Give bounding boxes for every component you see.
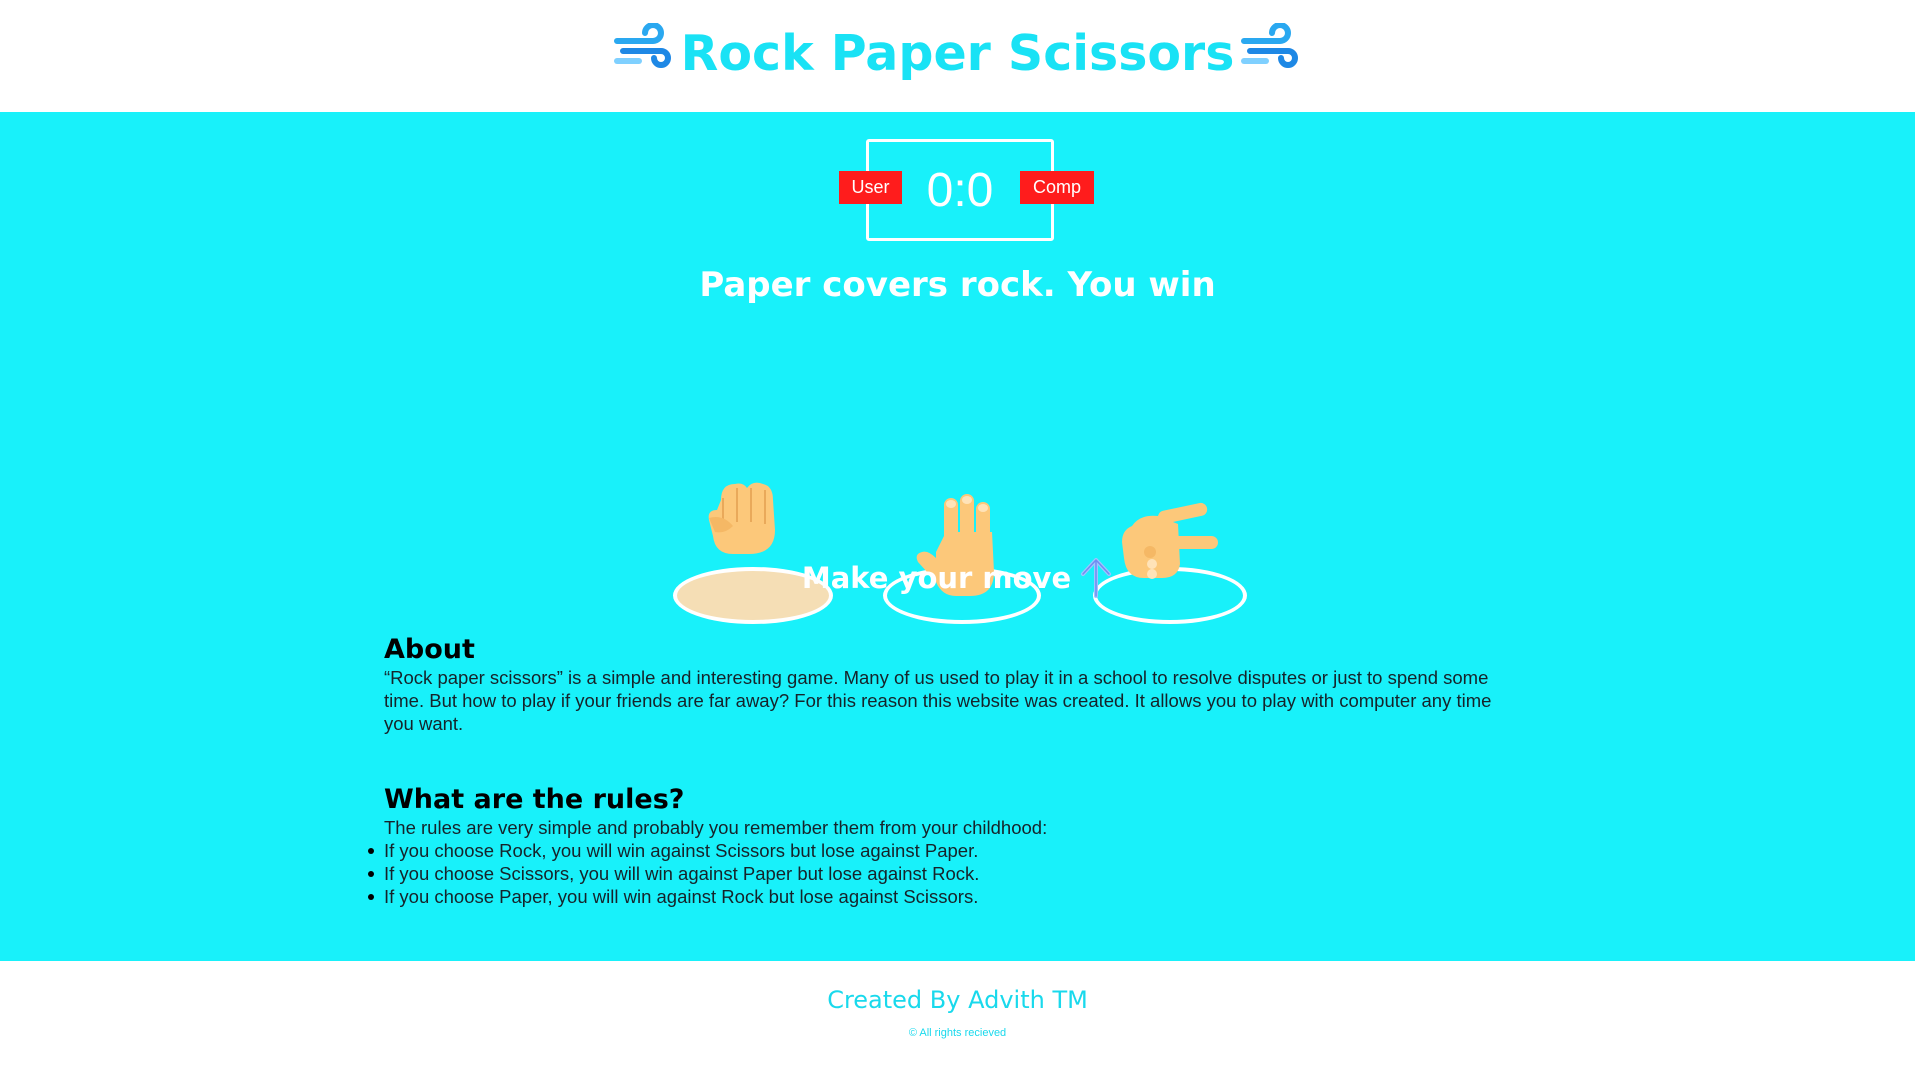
user-badge: User (839, 171, 902, 204)
comp-badge: Comp (1020, 171, 1094, 204)
list-item: If you choose Rock, you will win against… (367, 840, 979, 861)
rules-list: If you choose Rock, you will win against… (367, 839, 980, 908)
result-message: Paper covers rock. You win (699, 265, 1216, 305)
about-heading: About (384, 634, 475, 665)
header: Rock Paper Scissors (0, 0, 1915, 112)
wind-icon (613, 23, 671, 68)
rules-intro: The rules are very simple and probably y… (384, 817, 1048, 838)
rights-text: © All rights recieved (908, 1027, 1007, 1039)
page-title: Rock Paper Scissors (0, 22, 1915, 82)
wind-icon (1241, 23, 1299, 68)
footer: Created By Advith TM © All rights reciev… (0, 961, 1915, 1065)
make-move-prompt: Make your move (0, 556, 1915, 598)
credit-text: Created By Advith TM (827, 986, 1088, 1014)
title-text: Rock Paper Scissors (680, 25, 1235, 82)
list-item: If you choose Scissors, you will win aga… (367, 863, 980, 884)
about-text: “Rock paper scissors” is a simple and in… (384, 667, 1492, 734)
rules-heading: What are the rules? (384, 784, 685, 815)
list-item: If you choose Paper, you will win agains… (367, 886, 979, 907)
arrow-up-icon (1081, 558, 1112, 598)
game-area: 0:0 User Comp Paper covers rock. You win (0, 112, 1915, 961)
make-move-text: Make your move (801, 561, 1072, 595)
fist-hand-icon (708, 482, 775, 554)
